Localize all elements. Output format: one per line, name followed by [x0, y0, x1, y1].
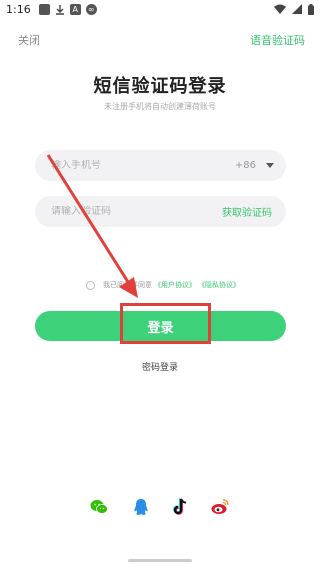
user-agreement-link[interactable]: 《用户协议》 — [154, 280, 196, 290]
status-time: 1:16 — [6, 2, 31, 16]
voice-code-button[interactable]: 语音验证码 — [250, 32, 305, 48]
app-a-icon: A — [69, 3, 81, 15]
close-button[interactable]: 关闭 — [18, 32, 40, 48]
verification-code-field[interactable]: 获取验证码 — [35, 196, 286, 227]
get-code-button[interactable]: 获取验证码 — [222, 204, 272, 219]
wifi-icon — [274, 4, 286, 14]
status-icons-left: A ∞ — [38, 3, 97, 15]
status-bar: 1:16 A ∞ — [0, 0, 320, 18]
password-login-link[interactable]: 密码登录 — [0, 360, 320, 373]
app-round-icon: ∞ — [85, 3, 97, 15]
page-subtitle: 未注册手机将自动创建薄荷账号 — [104, 102, 216, 111]
privacy-policy-link[interactable]: 《隐私协议》 — [198, 280, 240, 290]
agreement-checkbox[interactable] — [86, 280, 95, 290]
home-indicator — [128, 559, 192, 562]
login-button[interactable]: 登录 — [35, 311, 286, 341]
qq-icon[interactable] — [131, 497, 151, 517]
weibo-icon[interactable] — [210, 497, 230, 517]
download-icon — [55, 4, 64, 15]
phone-input[interactable] — [51, 160, 235, 171]
agreement-row: 我已阅读并同意 《用户协议》 《隐私协议》 — [86, 280, 240, 290]
phone-field[interactable]: +86 — [35, 150, 286, 181]
tiktok-icon[interactable] — [170, 497, 190, 517]
wechat-icon[interactable] — [89, 497, 109, 517]
battery-icon — [308, 3, 314, 15]
notification-square-icon — [38, 3, 50, 15]
top-bar: 关闭 语音验证码 — [0, 30, 320, 50]
verification-code-input[interactable] — [51, 206, 222, 217]
agreement-prefix: 我已阅读并同意 — [103, 281, 152, 289]
country-code[interactable]: +86 — [235, 160, 256, 171]
social-login-row — [0, 497, 320, 519]
chevron-down-icon[interactable] — [266, 163, 274, 168]
status-icons-right — [274, 3, 314, 15]
page-title: 短信验证码登录 — [93, 76, 227, 97]
signal-icon — [292, 4, 302, 14]
